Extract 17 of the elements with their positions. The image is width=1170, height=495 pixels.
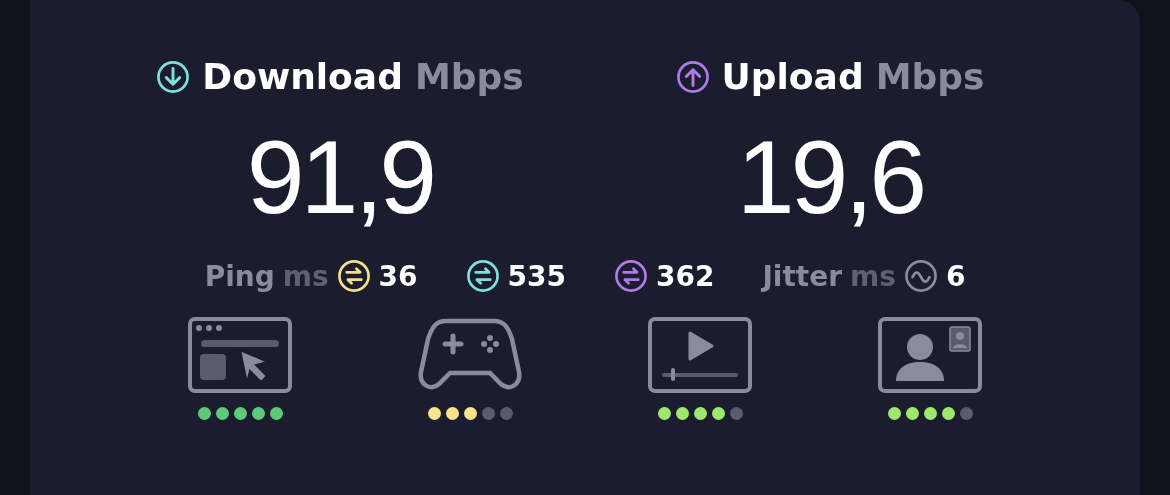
speed-value: 19,6	[736, 125, 924, 229]
latency-unit: ms	[850, 259, 896, 293]
speed-label: Upload	[721, 56, 864, 97]
browser-cursor-icon	[188, 317, 292, 393]
latency-value: 36	[378, 259, 418, 293]
speed-label: Download	[202, 56, 403, 97]
latency-value: 6	[945, 259, 966, 293]
latency-label: Jitter	[762, 259, 843, 293]
speed-unit: Mbps	[414, 56, 524, 97]
speed-value: 91,9	[246, 125, 434, 229]
video-player-icon	[648, 317, 752, 393]
latency-label: Ping	[204, 259, 275, 293]
latency-unit: ms	[282, 259, 329, 293]
latency-value: 362	[656, 259, 715, 293]
latency-value: 535	[507, 259, 566, 293]
video-call-icon	[878, 317, 982, 393]
speed-unit: Mbps	[875, 56, 985, 97]
